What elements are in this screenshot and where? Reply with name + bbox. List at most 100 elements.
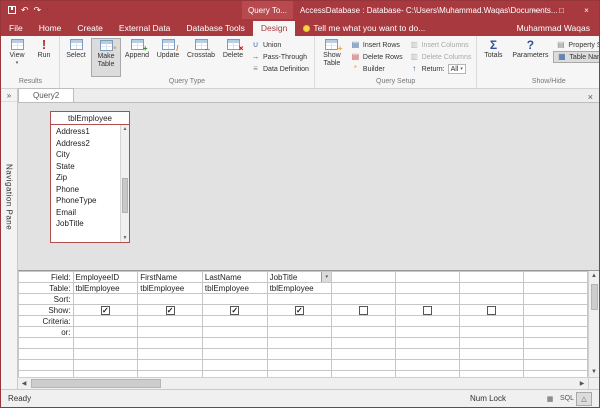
- document-tab-query2[interactable]: Query2: [18, 88, 74, 102]
- run-button[interactable]: ! Run: [31, 38, 57, 77]
- grid-cell-blank[interactable]: [73, 349, 138, 360]
- grid-cell-criteria[interactable]: [396, 316, 460, 327]
- totals-button[interactable]: Σ Totals: [479, 38, 507, 77]
- grid-cell-show[interactable]: ✓: [267, 305, 332, 316]
- grid-cell-sort[interactable]: [524, 294, 588, 305]
- show-checkbox[interactable]: ✓: [166, 306, 175, 315]
- grid-cell-field[interactable]: FirstName: [138, 272, 203, 283]
- grid-cell-blank[interactable]: [460, 349, 524, 360]
- field-list-item[interactable]: Email: [56, 207, 120, 219]
- grid-cell-or[interactable]: [396, 327, 460, 338]
- grid-cell-field[interactable]: JobTitle▾: [267, 272, 332, 283]
- data-definition-button[interactable]: ≡ Data Definition: [248, 63, 312, 75]
- grid-cell-or[interactable]: [332, 327, 396, 338]
- grid-cell-criteria[interactable]: [332, 316, 396, 327]
- grid-cell-show[interactable]: [332, 305, 396, 316]
- scroll-down-icon[interactable]: ▼: [121, 235, 129, 241]
- table-names-button[interactable]: ▦ Table Names: [553, 51, 599, 63]
- redo-icon[interactable]: ↷: [34, 6, 42, 15]
- show-checkbox[interactable]: [487, 306, 496, 315]
- select-query-button[interactable]: Select: [62, 38, 90, 77]
- grid-cell-or[interactable]: [460, 327, 524, 338]
- grid-cell-sort[interactable]: [138, 294, 203, 305]
- grid-cell-or[interactable]: [138, 327, 203, 338]
- grid-cell-criteria[interactable]: [267, 316, 332, 327]
- grid-cell-blank[interactable]: [332, 338, 396, 349]
- grid-cell-field[interactable]: [396, 272, 460, 283]
- grid-cell-table[interactable]: [332, 283, 396, 294]
- grid-cell-or[interactable]: [202, 327, 267, 338]
- grid-cell-show[interactable]: [460, 305, 524, 316]
- close-object-icon[interactable]: ×: [582, 92, 599, 102]
- field-list-item[interactable]: City: [56, 149, 120, 161]
- field-list-item[interactable]: Address2: [56, 138, 120, 150]
- grid-cell-blank[interactable]: [138, 360, 203, 371]
- show-checkbox[interactable]: ✓: [101, 306, 110, 315]
- grid-cell-sort[interactable]: [396, 294, 460, 305]
- show-checkbox[interactable]: [423, 306, 432, 315]
- tab-create[interactable]: Create: [69, 21, 111, 36]
- field-list-item[interactable]: State: [56, 161, 120, 173]
- grid-cell-table[interactable]: tblEmployee: [138, 283, 203, 294]
- grid-cell-table[interactable]: tblEmployee: [73, 283, 138, 294]
- return-dropdown[interactable]: All ▾: [448, 64, 466, 74]
- grid-cell-or[interactable]: [524, 327, 588, 338]
- scroll-down-icon[interactable]: ▼: [589, 369, 599, 375]
- grid-cell-blank[interactable]: [460, 338, 524, 349]
- show-checkbox[interactable]: ✓: [230, 306, 239, 315]
- parameters-button[interactable]: ? Parameters: [508, 38, 552, 77]
- delete-rows-button[interactable]: ▤ Delete Rows: [348, 51, 406, 63]
- grid-cell-show[interactable]: ✓: [202, 305, 267, 316]
- append-button[interactable]: + Append: [122, 38, 152, 77]
- grid-cell-blank[interactable]: [332, 360, 396, 371]
- grid-cell-blank[interactable]: [524, 349, 588, 360]
- field-list-item[interactable]: JobTitle: [56, 218, 120, 230]
- grid-cell-blank[interactable]: [73, 360, 138, 371]
- field-list-item[interactable]: Zip: [56, 172, 120, 184]
- grid-cell-sort[interactable]: [332, 294, 396, 305]
- close-button[interactable]: ×: [574, 1, 599, 19]
- grid-cell-blank[interactable]: [267, 338, 332, 349]
- grid-cell-sort[interactable]: [73, 294, 138, 305]
- grid-cell-table[interactable]: tblEmployee: [267, 283, 332, 294]
- navigation-pane-collapsed[interactable]: » Navigation Pane: [1, 89, 18, 389]
- grid-cell-or[interactable]: [267, 327, 332, 338]
- property-sheet-button[interactable]: ▤ Property Sheet: [553, 39, 599, 51]
- grid-cell-show[interactable]: [524, 305, 588, 316]
- grid-cell-blank[interactable]: [73, 338, 138, 349]
- field-list-scrollbar[interactable]: ▲ ▼: [120, 125, 129, 242]
- scroll-left-icon[interactable]: ◀: [18, 380, 30, 387]
- tab-database-tools[interactable]: Database Tools: [178, 21, 252, 36]
- query-diagram-pane[interactable]: tblEmployee Address1Address2CityStateZip…: [18, 103, 599, 271]
- builder-button[interactable]: * Builder: [348, 63, 406, 75]
- delete-query-button[interactable]: × Delete: [219, 38, 247, 77]
- grid-cell-table[interactable]: [460, 283, 524, 294]
- grid-cell-criteria[interactable]: [524, 316, 588, 327]
- grid-cell-blank[interactable]: [396, 338, 460, 349]
- field-dropdown-icon[interactable]: ▾: [321, 272, 331, 282]
- return-control[interactable]: ↑ Return: All ▾: [407, 63, 475, 75]
- grid-cell-blank[interactable]: [524, 338, 588, 349]
- tab-home[interactable]: Home: [31, 21, 70, 36]
- grid-cell-blank[interactable]: [138, 349, 203, 360]
- grid-cell-or[interactable]: [73, 327, 138, 338]
- grid-cell-blank[interactable]: [267, 360, 332, 371]
- tell-me-box[interactable]: Tell me what you want to do...: [295, 21, 433, 36]
- grid-cell-field[interactable]: EmployeeID: [73, 272, 138, 283]
- insert-columns-button[interactable]: ▥ Insert Columns: [407, 39, 475, 51]
- grid-cell-show[interactable]: [396, 305, 460, 316]
- grid-cell-blank[interactable]: [202, 349, 267, 360]
- make-table-button[interactable]: * Make Table: [91, 38, 121, 77]
- tab-file[interactable]: File: [1, 21, 31, 36]
- grid-cell-sort[interactable]: [460, 294, 524, 305]
- grid-cell-criteria[interactable]: [73, 316, 138, 327]
- undo-icon[interactable]: ↶: [21, 6, 29, 15]
- scrollbar-track[interactable]: [30, 378, 576, 389]
- update-button[interactable]: / Update: [153, 38, 183, 77]
- scrollbar-thumb[interactable]: [122, 178, 128, 213]
- view-button[interactable]: View ▾: [4, 38, 30, 77]
- grid-cell-blank[interactable]: [524, 360, 588, 371]
- tab-external-data[interactable]: External Data: [111, 21, 179, 36]
- grid-cell-blank[interactable]: [396, 360, 460, 371]
- scroll-right-icon[interactable]: ▶: [576, 380, 588, 387]
